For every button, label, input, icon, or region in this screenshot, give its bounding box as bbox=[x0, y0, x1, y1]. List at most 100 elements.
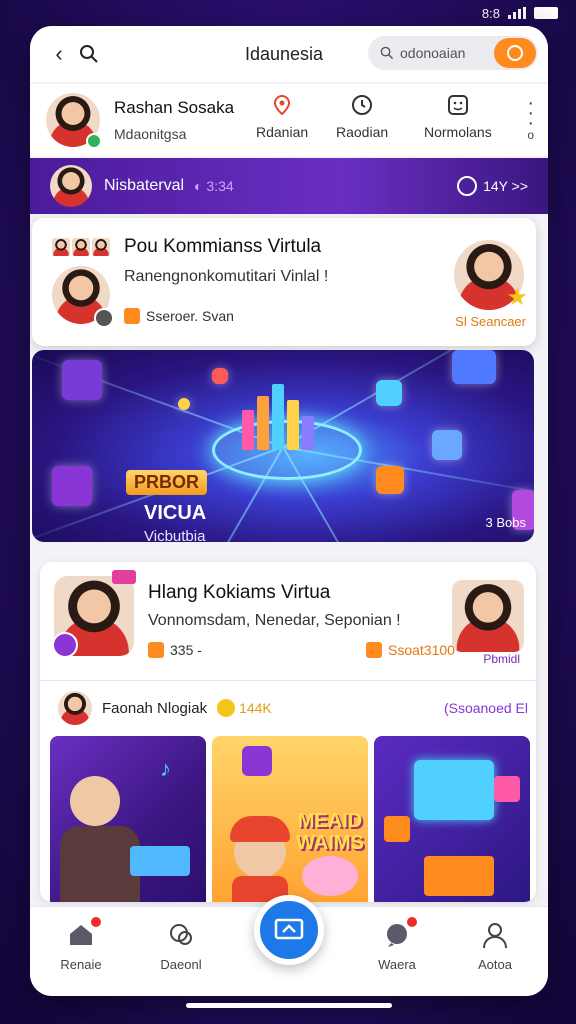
location-pin-icon bbox=[269, 92, 295, 118]
stream-viewers[interactable]: 14Y >> bbox=[457, 176, 528, 196]
banner-badge: PRBOR bbox=[126, 470, 208, 495]
host-right-link[interactable]: (Ssoanoed El bbox=[444, 700, 528, 716]
more-options-icon[interactable]: · · · o bbox=[527, 93, 534, 142]
profile-row[interactable]: Rashan Sosaka Mdaonitgsa Rdanian Raodian… bbox=[30, 84, 548, 156]
stream-time: ◐ 3:34 bbox=[194, 178, 234, 194]
tag-icon bbox=[124, 308, 140, 324]
live-badge-icon bbox=[112, 570, 136, 584]
more-label: o bbox=[527, 128, 534, 142]
avatar bbox=[72, 238, 90, 256]
tile-game[interactable]: MEAID WAIMS bbox=[212, 736, 368, 902]
participant-avatars bbox=[52, 238, 110, 256]
avatar[interactable] bbox=[452, 580, 524, 652]
nav-profile[interactable]: Aotoa bbox=[460, 921, 530, 972]
profile-icon bbox=[481, 921, 509, 949]
banner-title: VICUA bbox=[144, 502, 207, 524]
profile-name: Rashan Sosaka bbox=[114, 98, 235, 117]
chart-bars-illustration bbox=[242, 384, 314, 450]
live-stream-bar[interactable]: Nisbaterval ◐ 3:34 14Y >> bbox=[30, 158, 548, 214]
host-coins-value: 144K bbox=[239, 700, 272, 716]
nav-chat[interactable]: Daeonl bbox=[146, 921, 216, 972]
coin-icon bbox=[217, 699, 236, 717]
quick-action-location[interactable]: Rdanian bbox=[256, 92, 308, 140]
cube-icon bbox=[178, 398, 190, 410]
avatar[interactable] bbox=[52, 266, 114, 328]
content-tiles: ♪ MEAID WAIMS bbox=[50, 736, 530, 902]
home-icon bbox=[67, 915, 103, 949]
message-icon bbox=[383, 915, 419, 949]
cube-icon bbox=[432, 430, 462, 460]
page-title: Idaunesia bbox=[245, 43, 324, 64]
battery-icon bbox=[534, 7, 558, 19]
quick-action-emoji[interactable]: Normolans bbox=[424, 92, 492, 140]
promo-banner[interactable]: PRBOR VICUA Vicbutbia 3 Bobs bbox=[32, 350, 534, 542]
avatar bbox=[52, 238, 70, 256]
clock-icon bbox=[349, 92, 375, 118]
room-card[interactable]: Pou Kommianss Virtula Ranengnonkomutitar… bbox=[32, 218, 536, 346]
nav-messages[interactable]: Waera bbox=[362, 915, 432, 972]
create-button[interactable] bbox=[254, 895, 324, 965]
stream-time-value: 3:34 bbox=[206, 178, 234, 194]
back-arrow-icon[interactable]: ‹ bbox=[44, 39, 74, 69]
top-bar: ‹ Idaunesia odonoaian bbox=[30, 26, 548, 82]
quick-action-label: Raodian bbox=[336, 124, 389, 140]
cube-icon bbox=[376, 466, 404, 494]
room-right-label: Pbmidl bbox=[483, 652, 520, 666]
star-icon: ★ bbox=[506, 284, 528, 311]
room-card[interactable]: Hlang Kokiams Virtua Vonnomsdam, Nenedar… bbox=[40, 562, 536, 902]
host-name: Faonah Nlogiak bbox=[102, 699, 208, 717]
avatar bbox=[92, 238, 110, 256]
tile-title: MEAID WAIMS bbox=[296, 810, 364, 854]
nav-label: Renaie bbox=[60, 957, 102, 972]
host-row[interactable]: Faonah Nlogiak 144K (Ssoanoed El bbox=[58, 690, 528, 726]
music-badge-icon bbox=[52, 632, 78, 658]
banner-subtitle: Vicbutbia bbox=[144, 528, 206, 542]
room-price: Ssoat3100 bbox=[366, 642, 455, 658]
divider bbox=[40, 680, 536, 681]
search-icon bbox=[380, 46, 394, 60]
search-icon[interactable] bbox=[74, 39, 104, 69]
tile-virtual-screen[interactable] bbox=[374, 736, 530, 902]
chat-icon bbox=[167, 921, 195, 949]
room-meta-value: 335 - bbox=[170, 642, 202, 658]
room-tag-label: Sseroer. Svan bbox=[146, 308, 234, 324]
room-meta: 335 - bbox=[148, 642, 202, 658]
cube-icon bbox=[52, 466, 92, 506]
avatar[interactable]: ★ bbox=[454, 240, 528, 311]
quick-action-time[interactable]: Raodian bbox=[336, 92, 388, 140]
room-right-tag: Sl Seancaer bbox=[455, 314, 526, 329]
stream-viewers-label: 14Y >> bbox=[483, 178, 528, 194]
cube-icon bbox=[212, 368, 228, 384]
avatar[interactable] bbox=[58, 691, 92, 725]
cube-icon bbox=[376, 380, 402, 406]
quick-action-label: Normolans bbox=[424, 124, 492, 140]
notification-dot bbox=[89, 915, 103, 929]
tag-icon bbox=[366, 642, 382, 658]
profile-handle: Mdaonitgsa bbox=[114, 126, 187, 142]
avatar[interactable] bbox=[46, 93, 102, 149]
emoji-icon bbox=[445, 92, 471, 118]
notification-dot bbox=[405, 915, 419, 929]
nav-label: Waera bbox=[378, 957, 416, 972]
tile-music-performance[interactable]: ♪ bbox=[50, 736, 206, 902]
nav-label: Aotoa bbox=[478, 957, 512, 972]
room-price-value: Ssoat3100 bbox=[388, 642, 455, 658]
nav-home[interactable]: Renaie bbox=[46, 915, 116, 972]
status-time: 8:8 bbox=[481, 5, 500, 21]
quick-action-label: Rdanian bbox=[256, 124, 309, 140]
avatar[interactable] bbox=[50, 165, 92, 207]
bottom-navigation: Renaie Daeonl Waera Aotoa bbox=[30, 895, 548, 996]
search-input[interactable]: odonoaian bbox=[368, 36, 538, 70]
search-go-button[interactable] bbox=[494, 38, 536, 68]
status-bar: 8:8 bbox=[482, 4, 558, 22]
home-indicator[interactable] bbox=[186, 1003, 392, 1008]
tag-icon bbox=[148, 642, 164, 658]
host-coins: 144K bbox=[217, 699, 272, 717]
viewers-icon bbox=[457, 176, 478, 196]
search-placeholder: odonoaian bbox=[400, 45, 466, 61]
room-subtitle: Ranengnonkomutitari Vinlal ! bbox=[124, 268, 329, 285]
room-title: Pou Kommianss Virtula bbox=[124, 236, 322, 257]
room-subtitle: Vonnomsdam, Nenedar, Seponian ! bbox=[148, 612, 401, 629]
banner-count: 3 Bobs bbox=[485, 515, 526, 530]
cube-icon bbox=[452, 350, 496, 384]
